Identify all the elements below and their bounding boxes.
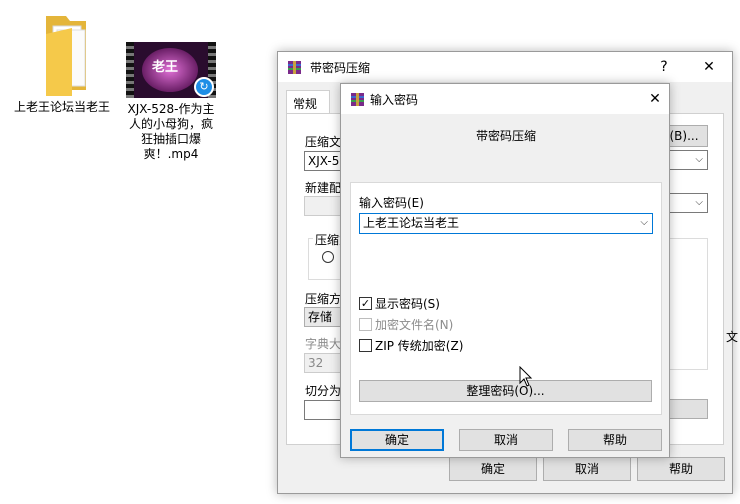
password-dialog: 输入密码 ✕ 带密码压缩 输入密码(E) 上老王论坛当老王 ⌵ ✓ 显示密码(S… <box>340 83 670 458</box>
chevron-down-icon: ⌵ <box>695 197 703 208</box>
password-label: 输入密码(E) <box>359 196 424 210</box>
encrypt-names-checkbox[interactable] <box>359 318 372 331</box>
dict-label: 字典大 <box>305 337 342 351</box>
archive-dialog-titlebar: 带密码压缩 ? ✕ <box>278 52 732 82</box>
format-radio[interactable] <box>322 251 334 263</box>
folder-label: 上老王论坛当老王 <box>14 100 111 114</box>
zip-legacy-label: ZIP 传统加密(Z) <box>375 339 464 353</box>
desktop-video-file[interactable]: 老王 ↻ XJX-528-作为主人的小母狗，疯狂抽插口爆爽！.mp4 <box>118 42 224 162</box>
close-button[interactable]: ✕ <box>644 88 666 110</box>
close-button[interactable]: ✕ <box>698 56 720 78</box>
back-ok-button[interactable]: 确定 <box>449 457 537 481</box>
show-password-checkbox[interactable]: ✓ <box>359 297 372 310</box>
video-label: XJX-528-作为主人的小母狗，疯狂抽插口爆爽！.mp4 <box>127 102 215 161</box>
help-button[interactable]: ? <box>653 56 675 78</box>
encrypt-names-label: 加密文件名(N) <box>375 318 454 332</box>
method-label: 压缩方 <box>305 292 342 306</box>
show-password-label: 显示密码(S) <box>375 297 440 311</box>
password-dialog-title: 输入密码 <box>370 93 419 107</box>
chevron-down-icon: ⌵ <box>640 217 648 228</box>
mouse-cursor-icon <box>519 366 533 387</box>
chevron-down-icon: ⌵ <box>695 154 703 165</box>
tab-general-label: 常规 <box>293 97 318 111</box>
back-help-button[interactable]: 帮助 <box>637 457 725 481</box>
side-char: 文 <box>726 330 739 344</box>
cancel-button[interactable]: 取消 <box>459 429 553 451</box>
sync-badge-icon: ↻ <box>194 77 214 97</box>
video-thumb-text: 老王 <box>152 60 179 75</box>
password-value: 上老王论坛当老王 <box>363 216 460 230</box>
tab-general[interactable]: 常规 <box>286 90 330 114</box>
archive-name-label: 压缩文 <box>305 135 342 149</box>
desktop-folder[interactable]: 上老王论坛当老王 <box>14 12 110 115</box>
new-profile-label: 新建配 <box>305 181 342 195</box>
folder-icon <box>46 16 86 96</box>
help-button[interactable]: 帮助 <box>568 429 662 451</box>
winrar-icon <box>288 61 301 74</box>
password-dialog-titlebar: 输入密码 ✕ <box>341 84 669 114</box>
password-input[interactable]: 上老王论坛当老王 ⌵ <box>359 213 653 234</box>
winrar-icon <box>351 93 364 106</box>
back-cancel-button[interactable]: 取消 <box>543 457 631 481</box>
archive-dialog-title: 带密码压缩 <box>310 61 371 75</box>
organize-passwords-button[interactable]: 整理密码(O)... <box>359 380 652 402</box>
zip-legacy-checkbox[interactable] <box>359 339 372 352</box>
video-thumbnail: 老王 ↻ <box>126 42 216 98</box>
split-label: 切分为 <box>305 384 342 398</box>
ok-button[interactable]: 确定 <box>350 429 444 451</box>
dialog-heading: 带密码压缩 <box>476 129 537 143</box>
